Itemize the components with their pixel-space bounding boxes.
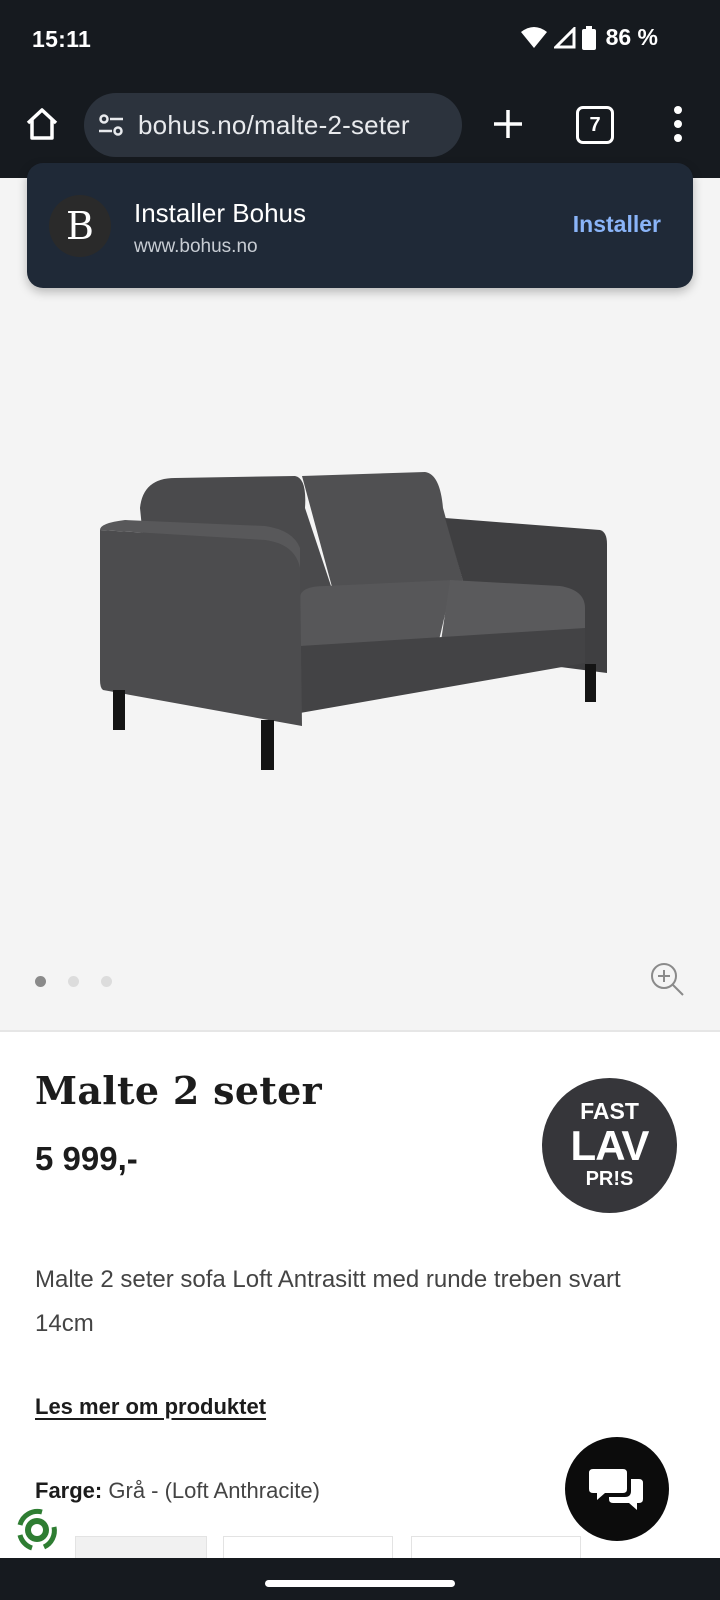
address-bar[interactable]: bohus.no/malte-2-seter <box>84 93 462 157</box>
home-icon[interactable] <box>22 104 62 144</box>
recycle-icon[interactable] <box>12 1505 62 1555</box>
battery-icon <box>581 25 596 50</box>
install-button[interactable]: Installer <box>573 211 661 238</box>
color-value: Grå - (Loft Anthracite) <box>108 1478 320 1503</box>
chat-icon <box>589 1469 643 1510</box>
color-swatch[interactable] <box>75 1536 207 1558</box>
product-title: Malte 2 seter <box>35 1068 322 1113</box>
cell-signal-icon <box>553 26 576 48</box>
carousel-dot[interactable] <box>68 976 79 987</box>
install-app-banner: B Installer Bohus www.bohus.no Installer <box>27 163 693 288</box>
banner-url: www.bohus.no <box>134 236 258 257</box>
sofa-image <box>100 472 607 770</box>
site-settings-icon[interactable] <box>96 110 126 140</box>
battery-percent: 86 % <box>605 24 658 50</box>
status-bar: 15:11 86 % <box>0 0 720 80</box>
plus-icon[interactable] <box>488 104 528 144</box>
color-selection-label: Farge: Grå - (Loft Anthracite) <box>35 1478 320 1504</box>
carousel-dot-active[interactable] <box>35 976 46 987</box>
banner-title: Installer Bohus <box>134 198 306 228</box>
color-label: Farge: <box>35 1478 103 1503</box>
carousel-dot[interactable] <box>101 976 112 987</box>
carousel-dots <box>35 976 112 987</box>
badge-bottom-text: PR!S <box>585 1168 634 1190</box>
color-swatch[interactable] <box>223 1536 393 1558</box>
product-price: 5 999,- <box>35 1140 138 1177</box>
more-vert-icon[interactable] <box>664 102 692 146</box>
read-more-link[interactable]: Les mer om produktet <box>35 1394 266 1420</box>
product-gallery[interactable] <box>0 178 720 1030</box>
zoom-in-icon[interactable] <box>648 960 686 998</box>
url-text[interactable]: bohus.no/malte-2-seter <box>138 110 410 141</box>
badge-middle-text: LAV <box>570 1122 650 1169</box>
badge-top-text: FAST <box>580 1098 639 1124</box>
product-description: Malte 2 seter sofa Loft Antrasitt med ru… <box>35 1266 621 1337</box>
status-icons: 86 % <box>520 24 658 51</box>
chat-button[interactable] <box>565 1437 669 1541</box>
system-nav-bar <box>0 1558 720 1600</box>
tabs-icon[interactable]: 7 <box>576 106 614 144</box>
color-swatch[interactable] <box>411 1536 581 1558</box>
status-time: 15:11 <box>32 26 92 52</box>
gesture-handle[interactable] <box>265 1580 455 1587</box>
wifi-icon <box>520 26 547 48</box>
divider <box>0 1030 720 1032</box>
color-swatches <box>75 1536 675 1558</box>
bohus-logo: B <box>49 195 111 257</box>
fast-lav-pris-badge: FAST LAV PR!S <box>542 1078 677 1213</box>
